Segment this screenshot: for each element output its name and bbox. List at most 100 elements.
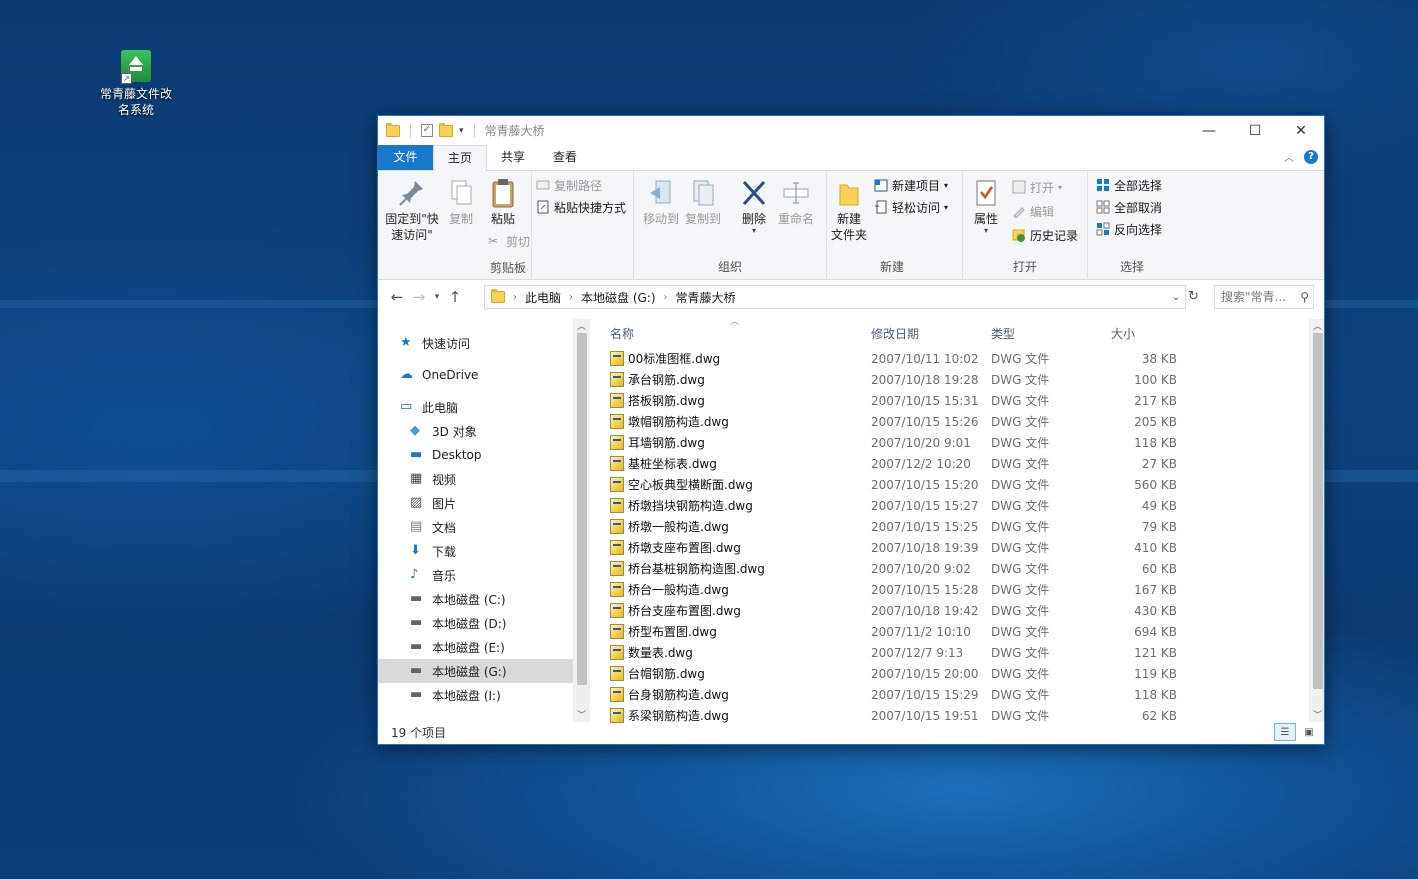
customize-toolbar-chevron-icon[interactable]: ▾	[459, 126, 464, 136]
nav-item[interactable]: ☁ OneDrive	[378, 363, 573, 387]
file-row[interactable]: 台身钢筋构造.dwg 2007/10/15 15:29 DWG 文件 118 KB	[610, 684, 1310, 705]
tab-file[interactable]: 文件	[378, 145, 433, 170]
nav-item[interactable]: ▬ 本地磁盘 (G:)	[378, 659, 573, 683]
history-button[interactable]: 历史记录	[1012, 225, 1078, 245]
new-folder-button[interactable]: 新建 文件夹	[829, 177, 869, 243]
new-item-button[interactable]: 新建项目 ▾	[874, 175, 948, 195]
nav-item[interactable]: ♪ 音乐	[378, 563, 573, 587]
file-size: 430 KB	[1134, 603, 1177, 618]
column-header-type[interactable]: 类型	[991, 325, 1015, 342]
invert-selection-button[interactable]: 反向选择	[1096, 219, 1162, 239]
nav-item[interactable]: ▤ 文档	[378, 515, 573, 539]
help-icon[interactable]: ?	[1304, 149, 1318, 164]
search-icon[interactable]: ⚲	[1300, 286, 1309, 308]
back-arrow-icon[interactable]: ←	[386, 288, 408, 306]
breadcrumb-drive-g[interactable]: 本地磁盘 (G:)	[581, 289, 656, 306]
select-all-label: 全部选择	[1114, 178, 1163, 193]
address-bar[interactable]: › 此电脑 › 本地磁盘 (G:) › 常青藤大桥 ⌄	[484, 285, 1186, 309]
copy-to-label: 复制到	[684, 212, 721, 226]
minimize-button[interactable]: —	[1186, 116, 1232, 145]
up-arrow-icon[interactable]: ↑	[444, 288, 466, 306]
tab-home[interactable]: 主页	[433, 145, 488, 171]
nav-item[interactable]: ◆ 3D 对象	[378, 419, 573, 443]
select-all-button[interactable]: 全部选择	[1096, 175, 1162, 195]
copy-button[interactable]: 复制	[444, 177, 478, 227]
collapse-ribbon-chevron-icon[interactable]: ︿	[1284, 149, 1294, 164]
file-row[interactable]: 空心板典型横断面.dwg 2007/10/15 15:20 DWG 文件 560 KB	[610, 474, 1310, 495]
scroll-up-arrow-icon[interactable]: ︿	[1309, 319, 1324, 333]
paste-shortcut-button[interactable]: 粘贴快捷方式	[536, 197, 626, 217]
column-header-date[interactable]: 修改日期	[871, 325, 919, 342]
nav-item[interactable]: ▬ Desktop	[378, 443, 573, 467]
rename-button[interactable]: 重命名	[776, 177, 816, 227]
file-row[interactable]: 数量表.dwg 2007/12/7 9:13 DWG 文件 121 KB	[610, 642, 1310, 663]
file-row[interactable]: 桥台基桩钢筋构造图.dwg 2007/10/20 9:02 DWG 文件 60 KB	[610, 558, 1310, 579]
properties-chevron-icon[interactable]: ▾	[968, 227, 1004, 235]
copy-path-button[interactable]: 复制路径	[536, 175, 602, 195]
file-row[interactable]: 耳墙钢筋.dwg 2007/10/20 9:01 DWG 文件 118 KB	[610, 432, 1310, 453]
large-icons-view-icon[interactable]: ▣	[1298, 723, 1320, 741]
pin-quick-access-button[interactable]: 固定到"快速访问"	[382, 177, 442, 243]
file-size: 410 KB	[1134, 540, 1177, 555]
maximize-button[interactable]: ☐	[1232, 116, 1278, 145]
breadcrumb-separator-icon[interactable]: ›	[664, 292, 668, 303]
nav-item[interactable]: ▬ 本地磁盘 (C:)	[378, 587, 573, 611]
recent-locations-chevron-icon[interactable]: ▾	[430, 292, 444, 302]
file-row[interactable]: 台帽钢筋.dwg 2007/10/15 20:00 DWG 文件 119 KB	[610, 663, 1310, 684]
file-row[interactable]: 00标准图框.dwg 2007/10/11 10:02 DWG 文件 38 KB	[610, 348, 1310, 369]
file-list-scrollbar[interactable]: ︿ ﹀	[1309, 319, 1324, 722]
breadcrumb-separator-icon[interactable]: ›	[513, 292, 517, 303]
details-view-icon[interactable]: ☰	[1274, 723, 1296, 741]
nav-pane-scrollbar[interactable]: ︿ ﹀	[573, 319, 590, 722]
nav-item[interactable]: ▨ 图片	[378, 491, 573, 515]
refresh-icon[interactable]: ↻	[1188, 289, 1199, 304]
nav-item[interactable]: ▬ 本地磁盘 (I:)	[378, 683, 573, 707]
cut-button[interactable]: ✂ 剪切	[488, 231, 530, 251]
file-row[interactable]: 桥型布置图.dwg 2007/11/2 10:10 DWG 文件 694 KB	[610, 621, 1310, 642]
file-row[interactable]: 桥墩挡块钢筋构造.dwg 2007/10/15 15:27 DWG 文件 49 KB	[610, 495, 1310, 516]
scrollbar-thumb[interactable]	[1313, 333, 1323, 689]
properties-button[interactable]: 属性 ▾	[968, 177, 1004, 235]
column-header-name[interactable]: 名称	[610, 325, 634, 342]
desktop-icon-rename-system[interactable]: ↗ 常青藤文件改名系统	[96, 50, 176, 118]
tab-view[interactable]: 查看	[539, 145, 591, 170]
easy-access-button[interactable]: 轻松访问 ▾	[874, 197, 948, 217]
forward-arrow-icon[interactable]: →	[408, 288, 430, 306]
nav-item[interactable]: ▬ 本地磁盘 (E:)	[378, 635, 573, 659]
paste-button[interactable]: 粘贴	[484, 177, 522, 227]
select-none-button[interactable]: 全部取消	[1096, 197, 1162, 217]
nav-item[interactable]: ▬ 本地磁盘 (D:)	[378, 611, 573, 635]
file-row[interactable]: 桥墩支座布置图.dwg 2007/10/18 19:39 DWG 文件 410 KB	[610, 537, 1310, 558]
nav-item[interactable]: ★ 快速访问	[378, 331, 573, 355]
nav-item[interactable]: ▦ 视频	[378, 467, 573, 491]
file-row[interactable]: 桥墩一般构造.dwg 2007/10/15 15:25 DWG 文件 79 KB	[610, 516, 1310, 537]
scroll-up-arrow-icon[interactable]: ︿	[573, 319, 590, 333]
open-button[interactable]: 打开 ▾	[1012, 177, 1062, 197]
breadcrumb-this-pc[interactable]: 此电脑	[525, 289, 561, 306]
scrollbar-thumb[interactable]	[577, 333, 587, 685]
address-history-chevron-icon[interactable]: ⌄	[1167, 292, 1185, 303]
close-button[interactable]: ✕	[1278, 116, 1324, 145]
edit-button[interactable]: 编辑	[1012, 201, 1054, 221]
nav-item[interactable]: ⬇ 下载	[378, 539, 573, 563]
delete-button[interactable]: 删除 ▾	[736, 177, 772, 235]
dwg-file-icon	[610, 687, 624, 702]
search-input[interactable]: 搜索"常青... ⚲	[1214, 285, 1314, 309]
file-row[interactable]: 墩帽钢筋构造.dwg 2007/10/15 15:26 DWG 文件 205 KB	[610, 411, 1310, 432]
file-row[interactable]: 基桩坐标表.dwg 2007/12/2 10:20 DWG 文件 27 KB	[610, 453, 1310, 474]
properties-quick-icon[interactable]: ✓	[421, 124, 433, 137]
file-row[interactable]: 桥台支座布置图.dwg 2007/10/18 19:42 DWG 文件 430 KB	[610, 600, 1310, 621]
nav-item[interactable]: ▭ 此电脑	[378, 395, 573, 419]
file-name-cell: 耳墙钢筋.dwg	[610, 434, 705, 451]
file-row[interactable]: 桥台一般构造.dwg 2007/10/15 15:28 DWG 文件 167 KB	[610, 579, 1310, 600]
breadcrumb-separator-icon[interactable]: ›	[569, 292, 573, 303]
move-to-button[interactable]: 移动到	[642, 177, 680, 227]
breadcrumb-current-folder[interactable]: 常青藤大桥	[676, 289, 736, 306]
delete-chevron-icon[interactable]: ▾	[736, 227, 772, 235]
copy-to-button[interactable]: 复制到	[684, 177, 722, 227]
file-row[interactable]: 承台钢筋.dwg 2007/10/18 19:28 DWG 文件 100 KB	[610, 369, 1310, 390]
column-header-size[interactable]: 大小	[1111, 325, 1135, 342]
file-row[interactable]: 搭板钢筋.dwg 2007/10/15 15:31 DWG 文件 217 KB	[610, 390, 1310, 411]
tab-share[interactable]: 共享	[487, 145, 539, 170]
new-folder-quick-icon[interactable]	[439, 122, 453, 137]
